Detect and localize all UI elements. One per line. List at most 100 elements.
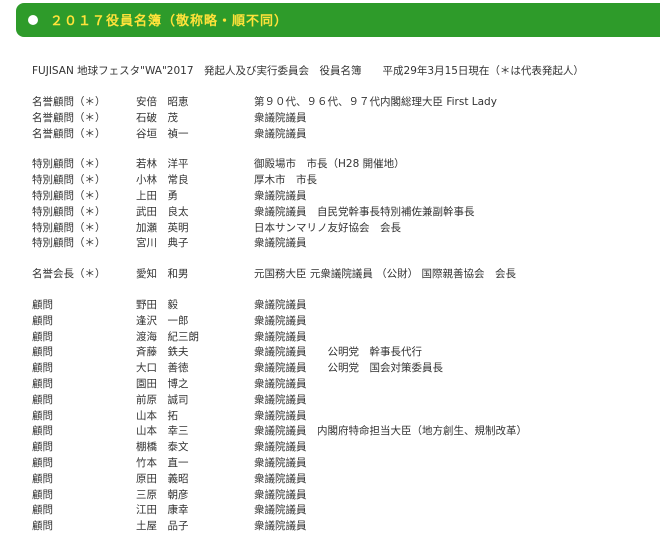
member-role: 顧問	[32, 314, 53, 327]
member-name: 武田 良太	[136, 205, 189, 218]
member-name: 山本 幸三	[136, 425, 189, 438]
member-title: 衆議院議員	[254, 111, 307, 124]
member-role: 顧問	[32, 456, 53, 469]
member-row: 顧問 竹本 直一 衆議院議員	[32, 456, 652, 472]
member-role: 名誉顧問（＊）	[32, 127, 106, 140]
member-name: 谷垣 禎一	[136, 127, 189, 140]
member-title: 日本サンマリノ友好協会 会長	[254, 221, 401, 234]
member-row: 顧問 棚橋 泰文 衆議院議員	[32, 440, 652, 456]
member-row: 顧問 原田 義昭 衆議院議員	[32, 472, 652, 488]
member-role: 顧問	[32, 441, 53, 454]
member-name: 大口 善徳	[136, 362, 189, 375]
member-role: 顧問	[32, 377, 53, 390]
member-role: 顧問	[32, 298, 53, 311]
member-row: 顧問 土屋 品子 衆議院議員	[32, 519, 652, 535]
member-title: 衆議院議員 自民党幹事長特別補佐兼副幹事長	[254, 205, 475, 218]
member-role: 顧問	[32, 472, 53, 485]
member-row: 名誉顧問（＊） 安倍 昭恵 第９０代、９６代、９７代内閣総理大臣 First Lad…	[32, 95, 652, 111]
member-row: 特別顧問（＊） 武田 良太 衆議院議員 自民党幹事長特別補佐兼副幹事長	[32, 205, 652, 221]
member-role: 顧問	[32, 362, 53, 375]
member-title: 衆議院議員	[254, 330, 307, 343]
member-role: 顧問	[32, 346, 53, 359]
member-role: 顧問	[32, 409, 53, 422]
member-role: 特別顧問（＊）	[32, 237, 106, 250]
member-row: 特別顧問（＊） 宮川 典子 衆議院議員	[32, 236, 652, 252]
bullet-icon	[28, 15, 38, 25]
member-name: 江田 康幸	[136, 504, 189, 517]
member-title: 衆議院議員	[254, 377, 307, 390]
member-role: 特別顧問（＊）	[32, 205, 106, 218]
member-row: 名誉会長（＊） 愛知 和男 元国務大臣 元衆議院議員 （公財） 国際親善協会 会長	[32, 267, 652, 283]
member-title: 衆議院議員	[254, 456, 307, 469]
member-title: 御殿場市 市長（H28 開催地）	[254, 158, 405, 171]
member-title: 衆議院議員	[254, 298, 307, 311]
member-role: 顧問	[32, 330, 53, 343]
member-row: 顧問 渡海 紀三朗 衆議院議員	[32, 330, 652, 346]
member-name: 竹本 直一	[136, 456, 189, 469]
member-row: 顧問 斉藤 鉄夫 衆議院議員 公明党 幹事長代行	[32, 345, 652, 361]
member-title: 衆議院議員	[254, 237, 307, 250]
member-name: 斉藤 鉄夫	[136, 346, 189, 359]
member-name: 石破 茂	[136, 111, 178, 124]
member-name: 山本 拓	[136, 409, 178, 422]
section-header: ２０１７役員名簿（敬称略・順不同）	[16, 3, 660, 37]
member-role: 顧問	[32, 504, 53, 517]
member-name: 野田 毅	[136, 298, 178, 311]
member-name: 安倍 昭恵	[136, 96, 189, 108]
member-name: 愛知 和男	[136, 268, 189, 281]
member-role: 特別顧問（＊）	[32, 174, 106, 187]
member-name: 上田 勇	[136, 189, 178, 202]
member-name: 渡海 紀三朗	[136, 330, 199, 343]
member-row: 名誉顧問（＊） 石破 茂 衆議院議員	[32, 111, 652, 127]
member-row: 特別顧問（＊） 上田 勇 衆議院議員	[32, 189, 652, 205]
member-row: 顧問 江田 康幸 衆議院議員	[32, 503, 652, 519]
member-list: 名誉顧問（＊） 安倍 昭恵 第９０代、９６代、９７代内閣総理大臣 First Lad…	[32, 95, 652, 535]
member-role: 顧問	[32, 488, 53, 501]
member-title: 衆議院議員 内閣府特命担当大臣（地方創生、規制改革）	[254, 425, 527, 438]
member-role: 特別顧問（＊）	[32, 221, 106, 234]
member-title: 衆議院議員	[254, 520, 307, 533]
member-row: 顧問 前原 誠司 衆議院議員	[32, 393, 652, 409]
member-row: 特別顧問（＊） 若林 洋平 御殿場市 市長（H28 開催地）	[32, 157, 652, 173]
member-name: 宮川 典子	[136, 237, 189, 250]
member-row: 名誉顧問（＊） 谷垣 禎一 衆議院議員	[32, 127, 652, 143]
member-row: 顧問 大口 善徳 衆議院議員 公明党 国会対策委員長	[32, 361, 652, 377]
member-row: 特別顧問（＊） 小林 常良 厚木市 市長	[32, 173, 652, 189]
member-title: 衆議院議員 公明党 幹事長代行	[254, 346, 422, 359]
member-row: 顧問 山本 拓 衆議院議員	[32, 409, 652, 425]
member-role: 特別顧問（＊）	[32, 158, 106, 171]
member-title: 衆議院議員	[254, 504, 307, 517]
member-role: 顧問	[32, 393, 53, 406]
member-title: 衆議院議員	[254, 488, 307, 501]
member-title: 衆議院議員	[254, 472, 307, 485]
member-title: 第９０代、９６代、９７代内閣総理大臣 First Lady	[254, 96, 497, 108]
member-name: 園田 博之	[136, 377, 189, 390]
member-title: 衆議院議員	[254, 127, 307, 140]
member-row: 顧問 園田 博之 衆議院議員	[32, 377, 652, 393]
member-name: 土屋 品子	[136, 520, 189, 533]
member-role: 名誉会長（＊）	[32, 268, 106, 281]
member-name: 棚橋 泰文	[136, 441, 189, 454]
member-row: 特別顧問（＊） 加瀬 英明 日本サンマリノ友好協会 会長	[32, 221, 652, 237]
member-title: 厚木市 市長	[254, 174, 317, 187]
section-title: ２０１７役員名簿（敬称略・順不同）	[50, 14, 289, 29]
intro-text: FUJISAN 地球フェスタ"WA"2017 発起人及び実行委員会 役員名簿 平…	[32, 65, 584, 77]
member-name: 三原 朝彦	[136, 488, 189, 501]
member-row: 顧問 逢沢 一郎 衆議院議員	[32, 314, 652, 330]
member-row: 顧問 山本 幸三 衆議院議員 内閣府特命担当大臣（地方創生、規制改革）	[32, 424, 652, 440]
member-name: 前原 誠司	[136, 393, 189, 406]
member-name: 逢沢 一郎	[136, 314, 189, 327]
member-role: 名誉顧問（＊）	[32, 111, 106, 124]
member-name: 原田 義昭	[136, 472, 189, 485]
member-name: 若林 洋平	[136, 158, 189, 171]
member-title: 衆議院議員	[254, 189, 307, 202]
member-title: 衆議院議員	[254, 393, 307, 406]
member-role: 顧問	[32, 520, 53, 533]
member-role: 顧問	[32, 425, 53, 438]
member-title: 衆議院議員 公明党 国会対策委員長	[254, 362, 443, 375]
member-row: 顧問 野田 毅 衆議院議員	[32, 298, 652, 314]
member-title: 衆議院議員	[254, 409, 307, 422]
member-row: 顧問 三原 朝彦 衆議院議員	[32, 488, 652, 504]
